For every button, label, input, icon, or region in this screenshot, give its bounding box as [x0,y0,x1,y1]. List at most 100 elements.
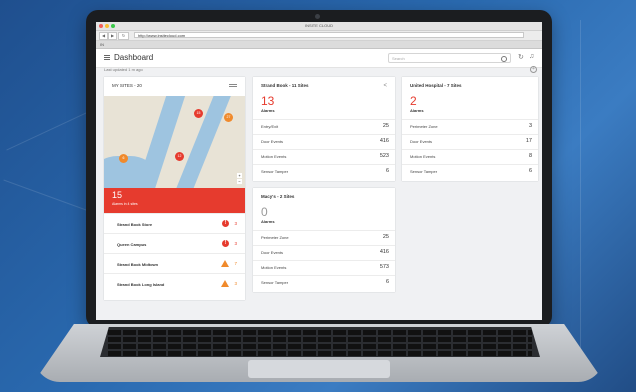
map-pin[interactable]: 6 [119,154,128,163]
event-name: Door Events [410,139,433,144]
warning-triangle-icon [221,280,229,287]
event-name: Entry/Exit [261,124,279,129]
event-row: Motion Events 573 [253,260,395,275]
alarm-count: 2 [410,94,417,108]
keyboard [100,327,540,357]
alarm-summary: 15 Alarms in 4 sites [104,188,245,213]
forward-button[interactable]: ▶ [108,32,117,40]
card-title: United Hospital - 7 Sites [410,83,462,88]
event-name: Sensor Tamper [261,169,289,174]
app-header: Dashboard Search ↻ ♫ [96,49,542,68]
event-count: 6 [385,168,389,174]
map-pin[interactable]: 15 [194,109,203,118]
alarm-label: Alarms [261,219,275,224]
river-water [175,96,233,188]
zoom-in-button[interactable]: + [237,173,242,178]
filter-icon[interactable] [229,84,237,88]
site-row[interactable]: Strand Book Store ! 3 [104,213,245,234]
event-count: 3 [528,123,532,129]
event-count: 17 [525,138,532,144]
event-row: Sensor Tamper 6 [402,164,538,179]
zoom-out-button[interactable]: − [237,179,242,184]
map-pin[interactable]: 12 [175,152,184,161]
site-alarm-count: 3 [234,281,237,286]
search-placeholder: Search [392,56,405,61]
site-name: Queen Campus [117,242,147,247]
event-row: Door Events 416 [253,134,395,149]
site-group-card[interactable]: United Hospital - 7 Sites 2 Alarms Perim… [402,77,538,181]
site-alarm-count: 7 [234,261,237,266]
site-name: Strand Book Midtown [117,262,159,267]
event-row: Motion Events 8 [402,149,538,164]
last-updated: Last updated 1 m ago [104,67,143,72]
alert-circle-icon: ! [222,240,229,247]
event-count: 416 [379,138,389,144]
event-name: Perimeter Zone [410,124,438,129]
site-name: Strand Book Store [117,222,153,227]
share-icon[interactable]: < [383,83,387,89]
camera [315,14,320,19]
map[interactable]: 15 27 6 12 + − [104,96,245,188]
tab-label[interactable]: IN [100,42,104,47]
event-name: Motion Events [261,265,287,270]
page-title: Dashboard [114,53,154,62]
site-name: Strand Book Long Island [117,282,165,287]
event-name: Perimeter Zone [261,235,289,240]
alarm-label: Alarms [410,108,424,113]
tab-row: IN [96,41,542,49]
search-input[interactable]: Search [388,53,511,63]
window-titlebar: INSITE CLOUD [96,22,542,31]
alarm-count: 13 [261,94,275,108]
site-row[interactable]: Queen Campus ! 3 [104,233,245,254]
alarm-count: 0 [261,205,268,219]
site-alarm-count: 3 [234,221,237,226]
event-name: Motion Events [261,154,287,159]
event-count: 416 [379,249,389,255]
search-icon[interactable] [501,56,507,62]
event-count: 523 [379,153,389,159]
card-title: Macy's - 2 Sites [261,194,295,199]
site-group-card[interactable]: Macy's - 2 Sites 0 Alarms Perimeter Zone… [253,188,395,292]
event-name: Motion Events [410,154,436,159]
back-button[interactable]: ◀ [99,32,108,40]
alert-circle-icon: ! [222,220,229,227]
add-icon[interactable]: + [530,66,537,73]
event-count: 8 [528,153,532,159]
event-name: Door Events [261,139,284,144]
site-row[interactable]: Strand Book Midtown 7 [104,253,245,274]
event-row: Sensor Tamper 6 [253,164,395,179]
alarm-total: 15 [112,190,123,200]
screen: INSITE CLOUD ◀ ▶ ↻ http://www.insiteclou… [96,22,542,320]
event-count: 25 [382,123,389,129]
reload-icon[interactable]: ↻ [118,32,129,40]
bell-icon[interactable]: ♫ [529,53,534,60]
event-row: Door Events 416 [253,245,395,260]
event-row: Perimeter Zone 25 [253,230,395,245]
event-count: 6 [528,168,532,174]
event-count: 25 [382,234,389,240]
my-sites-card: MY SITES - 20 15 27 6 12 + − 15 Alarms i… [104,77,245,300]
alarm-total-label: Alarms in 4 sites [112,202,138,206]
address-bar-row: ◀ ▶ ↻ http://www.insitecloud.com [96,31,542,41]
site-group-card[interactable]: Strand Book - 11 Sites < 13 Alarms Entry… [253,77,395,181]
url-input[interactable]: http://www.insitecloud.com [134,32,524,38]
bay-water [104,156,154,188]
my-sites-title: MY SITES - 20 [112,83,142,88]
event-row: Motion Events 523 [253,149,395,164]
event-name: Door Events [261,250,284,255]
event-name: Sensor Tamper [261,280,289,285]
warning-triangle-icon [221,260,229,267]
event-row: Door Events 17 [402,134,538,149]
card-title: Strand Book - 11 Sites [261,83,309,88]
laptop-lid: INSITE CLOUD ◀ ▶ ↻ http://www.insiteclou… [86,10,552,328]
event-count: 6 [385,279,389,285]
refresh-icon[interactable]: ↻ [518,53,524,61]
window-title: INSITE CLOUD [304,23,333,28]
menu-icon[interactable] [104,55,110,60]
alarm-label: Alarms [261,108,275,113]
event-row: Perimeter Zone 3 [402,119,538,134]
event-row: Entry/Exit 25 [253,119,395,134]
map-pin[interactable]: 27 [224,113,233,122]
event-count: 573 [379,264,389,270]
site-row[interactable]: Strand Book Long Island 3 [104,273,245,294]
